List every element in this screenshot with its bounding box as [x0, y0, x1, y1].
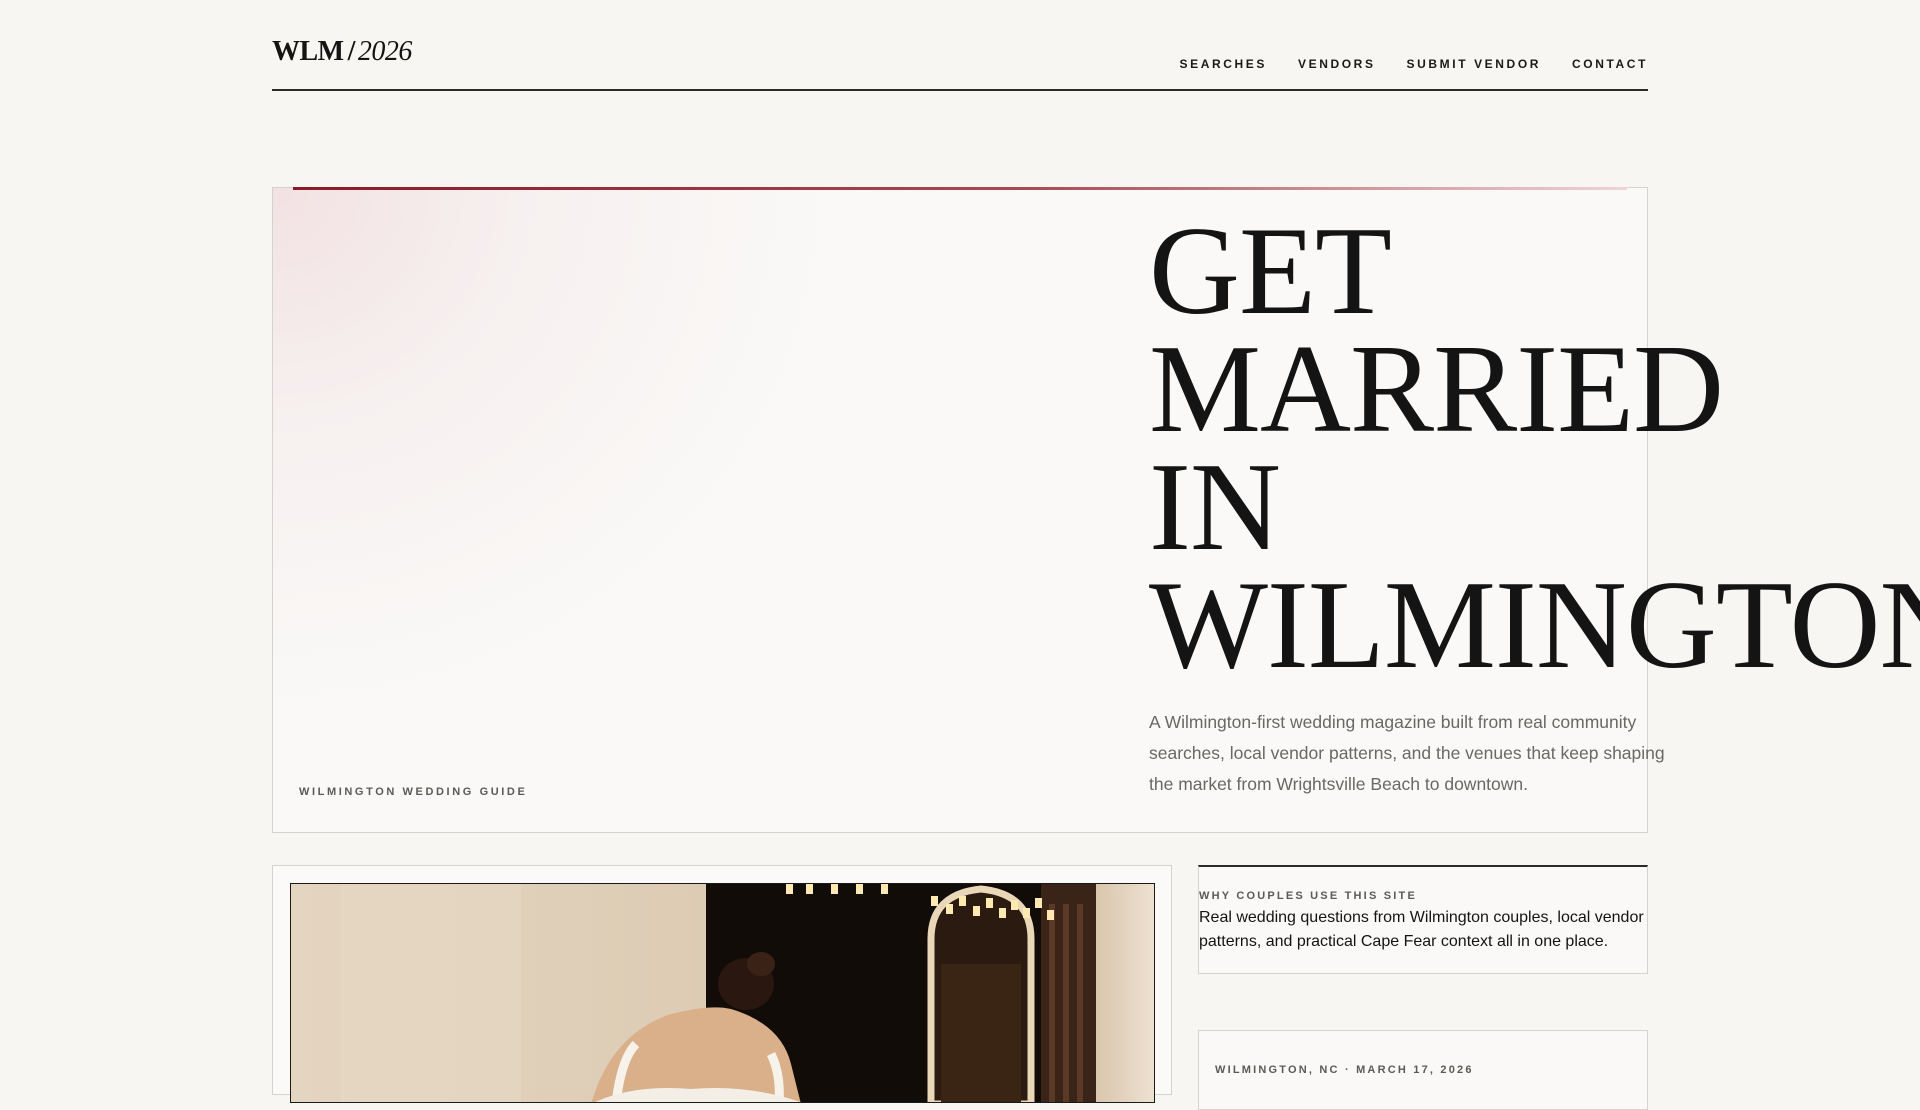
feature-photo-image — [291, 884, 1154, 1102]
dateline-card: WILMINGTON, NC · MARCH 17, 2026 — [1198, 1030, 1648, 1110]
why-text: Real wedding questions from Wilmington c… — [1199, 909, 1644, 950]
why-kicker: WHY COUPLES USE THIS SITE — [1199, 890, 1417, 902]
site-logo[interactable]: WLM/2026 — [272, 36, 412, 68]
site-header: WLM/2026 SEARCHES VENDORS SUBMIT VENDOR … — [272, 0, 1648, 91]
main-nav: SEARCHES VENDORS SUBMIT VENDOR CONTACT — [1149, 57, 1648, 71]
hero-title: GET MARRIED IN WILMINGTON — [1149, 202, 1920, 695]
hero-title-line: WILMINGTON — [1149, 556, 1920, 695]
feature-card — [272, 865, 1172, 1103]
nav-link-searches[interactable]: SEARCHES — [1180, 57, 1267, 71]
hero-title-line: IN — [1149, 438, 1281, 577]
nav-link-contact[interactable]: CONTACT — [1572, 57, 1648, 71]
why-couples-card: WHY COUPLES USE THIS SITE Real wedding q… — [1198, 865, 1648, 974]
hero-kicker: WILMINGTON WEDDING GUIDE — [299, 786, 528, 798]
hero-accent-rule — [293, 187, 1627, 190]
hero-title-line: GET — [1149, 202, 1392, 341]
hero-description: A Wilmington-first wedding magazine buil… — [1149, 712, 1665, 794]
nav-link-vendors[interactable]: VENDORS — [1298, 57, 1376, 71]
hero-section: WILMINGTON WEDDING GUIDE GET MARRIED IN … — [272, 187, 1920, 833]
feature-photo[interactable] — [290, 883, 1155, 1103]
hero-title-line: MARRIED — [1149, 320, 1724, 459]
logo-slash: / — [347, 36, 356, 67]
dateline-text: WILMINGTON, NC · MARCH 17, 2026 — [1215, 1064, 1474, 1076]
nav-link-submit-vendor[interactable]: SUBMIT VENDOR — [1407, 57, 1541, 71]
logo-year: 2026 — [357, 36, 413, 67]
logo-mark: WLM — [272, 36, 344, 67]
